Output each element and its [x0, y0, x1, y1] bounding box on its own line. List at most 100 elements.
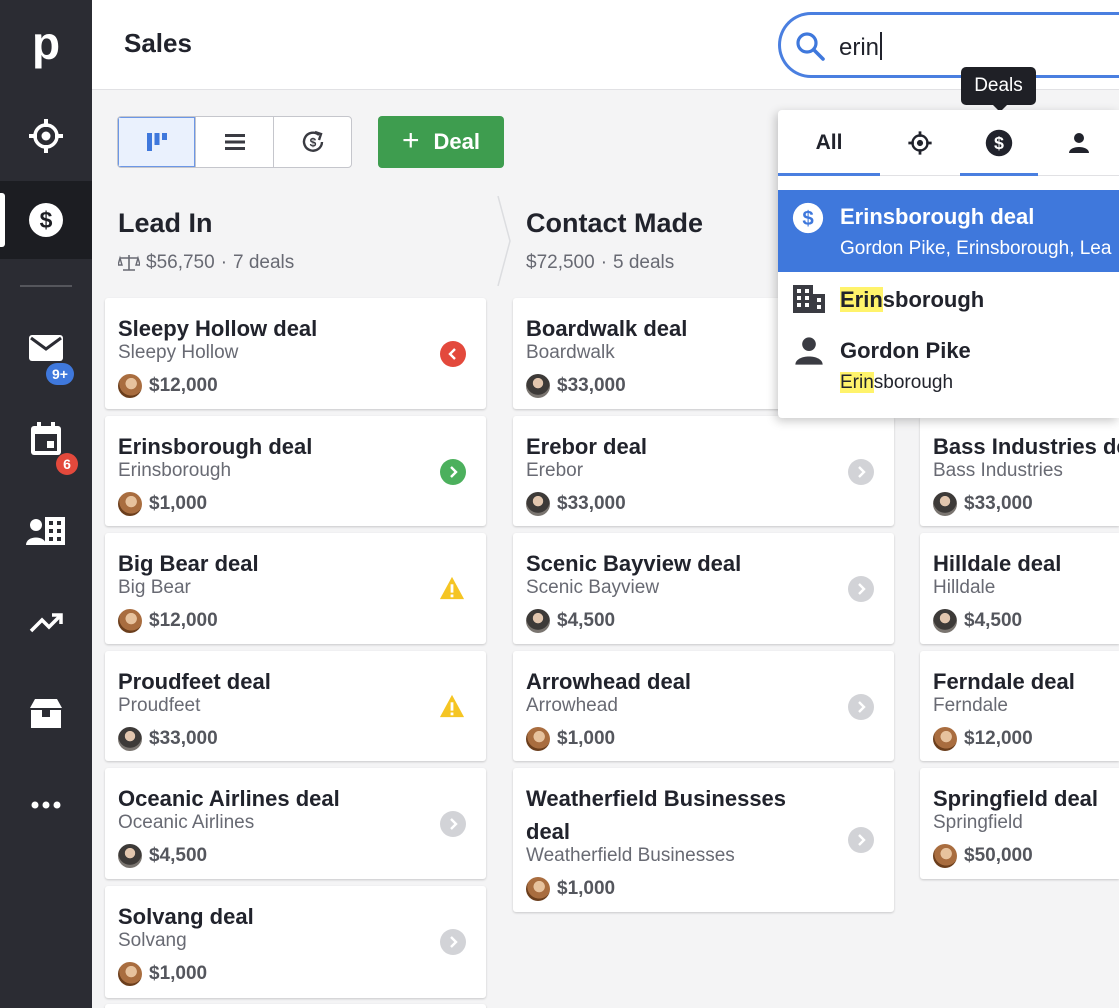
sidebar-item-contacts[interactable]: [0, 492, 92, 570]
deal-card[interactable]: Oceanic Airlines deal Oceanic Airlines $…: [105, 768, 486, 879]
page-title: Sales: [124, 28, 192, 58]
search-input[interactable]: erin: [778, 12, 1119, 78]
sidebar: p $ 9+ 6: [0, 0, 92, 1008]
deal-card[interactable]: Bass Industries de Bass Industries $33,0…: [920, 416, 1119, 526]
avatar: [933, 609, 957, 633]
warning-icon[interactable]: [439, 575, 465, 601]
search-result-person[interactable]: Gordon Pike Erinsborough: [778, 328, 1119, 408]
add-deal-button[interactable]: + Deal: [378, 116, 504, 168]
deal-organization: Erinsborough: [118, 460, 232, 481]
sidebar-item-insights[interactable]: [0, 584, 92, 662]
stage-header-contact-made: Contact Made $72,500 · 5 deals: [500, 196, 780, 286]
deal-organization: Big Bear: [118, 577, 191, 598]
sidebar-item-activities[interactable]: 6: [0, 400, 92, 478]
deal-card[interactable]: Springfield deal Springfield $50,000: [920, 768, 1119, 879]
deal-value: $12,000: [149, 610, 218, 631]
deal-value: $4,500: [149, 845, 208, 866]
result-title-rest: sborough: [882, 287, 985, 312]
sidebar-item-mail[interactable]: 9+: [0, 309, 92, 387]
no-activity-icon[interactable]: [848, 576, 874, 602]
deal-card[interactable]: Proudfeet deal Proudfeet $33,000: [105, 651, 486, 761]
sidebar-item-deals[interactable]: $: [0, 181, 92, 259]
list-view-button[interactable]: [196, 117, 274, 167]
tab-leads[interactable]: [880, 110, 960, 176]
no-activity-icon[interactable]: [440, 811, 466, 837]
tab-all[interactable]: All: [778, 110, 880, 176]
pipedrive-logo[interactable]: p: [0, 18, 92, 68]
stage-deal-count: 7 deals: [233, 252, 295, 273]
deal-value: $4,500: [964, 610, 1023, 631]
tab-people[interactable]: [1038, 110, 1119, 176]
no-activity-icon[interactable]: [848, 459, 874, 485]
deal-card-partial[interactable]: [105, 1004, 486, 1008]
avatar: [526, 609, 550, 633]
search-query: erin: [839, 34, 880, 61]
no-activity-icon[interactable]: [440, 929, 466, 955]
svg-text:$: $: [40, 207, 53, 233]
deal-value: $1,000: [149, 963, 208, 984]
result-subtitle: Erinsborough: [840, 372, 953, 394]
trending-up-icon: [29, 613, 63, 633]
search-icon: [796, 32, 825, 61]
deal-value: $4,500: [557, 610, 616, 631]
contacts-icon: [26, 517, 65, 545]
no-activity-icon[interactable]: [848, 694, 874, 720]
deal-card[interactable]: Weatherfield Businesses deal Weatherfield…: [513, 768, 894, 912]
deal-title: Oceanic Airlines deal: [118, 786, 340, 811]
deal-value: $33,000: [149, 728, 218, 749]
deal-card[interactable]: Erinsborough deal Erinsborough $1,000: [105, 416, 486, 526]
stage-title: Lead In: [118, 208, 213, 238]
sidebar-item-more[interactable]: [0, 766, 92, 844]
deal-card[interactable]: Scenic Bayview deal Scenic Bayview $4,50…: [513, 533, 894, 644]
deal-title: Big Bear deal: [118, 551, 259, 576]
no-activity-icon[interactable]: [848, 827, 874, 853]
deal-card[interactable]: Big Bear deal Big Bear $12,000: [105, 533, 486, 644]
warning-icon[interactable]: [439, 693, 465, 719]
sidebar-item-leads[interactable]: [0, 97, 92, 175]
result-title: Erinsborough deal: [840, 204, 1035, 229]
deal-card[interactable]: Erebor deal Erebor $33,000: [513, 416, 894, 526]
deal-organization: Bass Industries: [933, 460, 1063, 481]
scheduled-activity-icon[interactable]: [440, 459, 466, 485]
dollar-icon: $: [29, 203, 63, 237]
search-results-dropdown: All $ $ Erinsborough deal Gordon Pike, E…: [778, 110, 1119, 418]
add-deal-label: Deal: [433, 129, 480, 154]
svg-text:$: $: [309, 136, 316, 150]
avatar: [526, 374, 550, 398]
tooltip: Deals: [961, 67, 1036, 112]
deal-title: Scenic Bayview deal: [526, 551, 742, 576]
dollar-icon: $: [792, 202, 824, 234]
result-subtitle-rest: sborough: [873, 372, 954, 393]
avatar: [118, 492, 142, 516]
deal-value: $1,000: [149, 493, 208, 514]
deal-title: Springfield deal: [933, 786, 1099, 811]
mail-badge: 9+: [46, 363, 74, 385]
deal-card[interactable]: Ferndale deal Ferndale $12,000: [920, 651, 1119, 761]
mail-icon: [29, 335, 63, 361]
deal-organization: Solvang: [118, 930, 187, 951]
forecast-view-button[interactable]: $: [274, 117, 351, 167]
deal-organization: Boardwalk: [526, 342, 615, 363]
deal-title: Ferndale deal: [933, 669, 1075, 694]
deal-title: Weatherfield Businesses deal: [526, 782, 786, 848]
svg-text:$: $: [994, 133, 1004, 153]
target-icon: [29, 119, 63, 153]
deal-card[interactable]: Sleepy Hollow deal Sleepy Hollow $12,000: [105, 298, 486, 409]
sidebar-divider: [20, 285, 72, 287]
overdue-activity-icon[interactable]: [440, 341, 466, 367]
deal-value: $1,000: [557, 878, 616, 899]
stage-amount: $56,750: [146, 252, 215, 273]
sidebar-item-products[interactable]: [0, 674, 92, 752]
deal-card[interactable]: Solvang deal Solvang $1,000: [105, 886, 486, 998]
deal-title: Sleepy Hollow deal: [118, 316, 318, 341]
deal-value: $33,000: [557, 493, 626, 514]
deal-title-line: Weatherfield Businesses: [526, 786, 787, 811]
tab-deals[interactable]: $: [960, 110, 1038, 176]
deal-card[interactable]: Arrowhead deal Arrowhead $1,000: [513, 651, 894, 761]
deal-card[interactable]: Hilldale deal Hilldale $4,500: [920, 533, 1119, 644]
search-result-organization[interactable]: Erinsborough: [778, 276, 1119, 326]
search-result-deal[interactable]: $ Erinsborough deal Gordon Pike, Erinsbo…: [778, 190, 1119, 272]
avatar: [526, 877, 550, 901]
target-icon: [908, 131, 932, 155]
pipeline-view-button[interactable]: [118, 117, 196, 167]
